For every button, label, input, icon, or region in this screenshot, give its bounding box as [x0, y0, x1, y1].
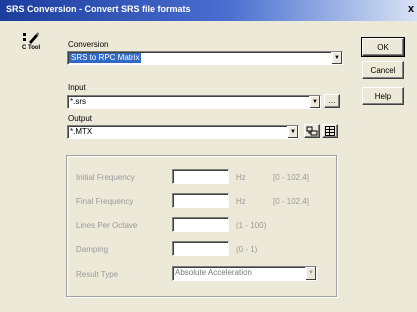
output-value: *.MTX [70, 127, 93, 136]
lines-per-octave-label: Lines Per Octave [76, 221, 138, 230]
chevron-down-icon[interactable]: ▼ [287, 126, 298, 138]
input-value: *.srs [70, 97, 86, 106]
damping-field[interactable] [172, 241, 229, 256]
ok-button[interactable]: OK [361, 37, 405, 57]
conversion-label: Conversion [68, 40, 109, 49]
initial-frequency-label: Initial Frequency [76, 173, 135, 182]
ok-button-label: OK [377, 43, 389, 52]
help-button[interactable]: Help [362, 87, 404, 105]
help-button-label: Help [374, 92, 392, 101]
damping-label: Damping [76, 245, 109, 254]
final-frequency-field[interactable] [172, 193, 229, 208]
initial-frequency-unit: Hz [236, 173, 246, 182]
result-type-select[interactable]: Absolute Acceleration ▼ [172, 266, 317, 281]
chevron-down-icon[interactable]: ▼ [309, 96, 320, 108]
input-select[interactable]: *.srs ▼ [67, 95, 321, 109]
input-label: Input [68, 83, 86, 92]
final-frequency-unit: Hz [236, 197, 246, 206]
window-title: SRS Conversion - Convert SRS file format… [6, 4, 191, 14]
conversion-value: SRS to RPC Matrix [69, 53, 142, 63]
output-label: Output [68, 114, 93, 123]
cancel-button[interactable]: Cancel [362, 61, 404, 79]
pencil-arrow-icon [23, 32, 39, 44]
lines-per-octave-range: (1 - 100) [236, 221, 267, 230]
result-type-value: Absolute Acceleration [175, 268, 252, 277]
browse-input-button[interactable]: ... [324, 94, 340, 108]
final-frequency-label: Final Frequency [76, 197, 134, 206]
conversion-select[interactable]: SRS to RPC Matrix ▼ [67, 51, 343, 65]
final-frequency-range: [0 - 102.4] [273, 197, 310, 206]
close-icon[interactable]: x [405, 2, 417, 16]
folder-link-icon [306, 126, 318, 136]
output-select[interactable]: *.MTX ▼ [67, 125, 299, 139]
chevron-down-icon[interactable]: ▼ [331, 52, 342, 64]
damping-range: (0 - 1) [236, 245, 258, 254]
tool-label: C Tool [22, 45, 41, 51]
table-icon [325, 126, 335, 136]
output-options-button[interactable] [304, 124, 320, 138]
srs-conversion-dialog: SRS Conversion - Convert SRS file format… [0, 0, 417, 312]
result-type-label: Result Type [76, 270, 119, 279]
cancel-button-label: Cancel [370, 66, 396, 75]
initial-frequency-range: [0 - 102.4] [273, 173, 310, 182]
initial-frequency-field[interactable] [172, 169, 229, 184]
lines-per-octave-field[interactable] [172, 217, 229, 232]
output-table-button[interactable] [322, 124, 338, 138]
chevron-down-icon[interactable]: ▼ [305, 267, 316, 280]
title-bar[interactable]: SRS Conversion - Convert SRS file format… [0, 0, 417, 21]
